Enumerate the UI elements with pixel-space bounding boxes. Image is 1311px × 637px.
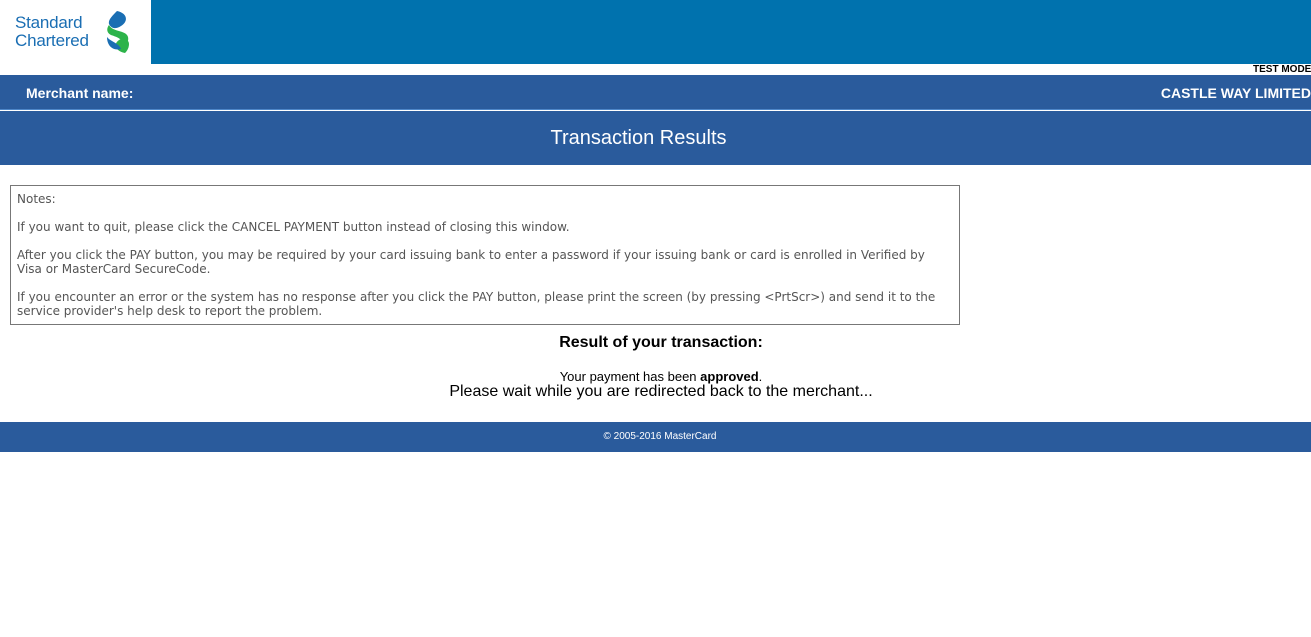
merchant-name-label: Merchant name: <box>26 85 134 101</box>
merchant-bar: Merchant name: CASTLE WAY LIMITED <box>0 75 1311 110</box>
notes-box: Notes: If you want to quit, please click… <box>10 185 960 325</box>
payment-status-value: approved <box>700 369 759 384</box>
redirect-message: Please wait while you are redirected bac… <box>449 383 873 400</box>
merchant-name-value: CASTLE WAY LIMITED <box>1160 85 1311 101</box>
bank-logo: Standard Chartered <box>0 0 151 64</box>
note-item: If you encounter an error or the system … <box>17 290 936 318</box>
notes-heading: Notes: <box>17 192 56 206</box>
standard-chartered-swirl-icon <box>107 11 129 53</box>
header-bar <box>0 0 1311 64</box>
footer-bar: © 2005-2016 MasterCard <box>0 422 1311 452</box>
test-mode-label: TEST MODE <box>1253 64 1311 75</box>
logo-line-1: Standard <box>15 13 83 32</box>
note-item: If you want to quit, please click the CA… <box>17 220 570 234</box>
page-title: Transaction Results <box>550 127 727 149</box>
result-heading: Result of your transaction: <box>559 334 763 351</box>
page-title-bar: Transaction Results <box>0 111 1311 165</box>
logo-wordmark: Standard Chartered <box>15 14 89 50</box>
payment-status-message: Your payment has been approved. <box>0 369 1311 384</box>
payment-status-suffix: . <box>758 369 763 384</box>
payment-status-prefix: Your payment has been <box>559 369 701 384</box>
logo-line-2: Chartered <box>15 31 89 50</box>
note-item: After you click the PAY button, you may … <box>17 248 925 276</box>
footer-copyright: © 2005-2016 MasterCard <box>603 431 717 442</box>
